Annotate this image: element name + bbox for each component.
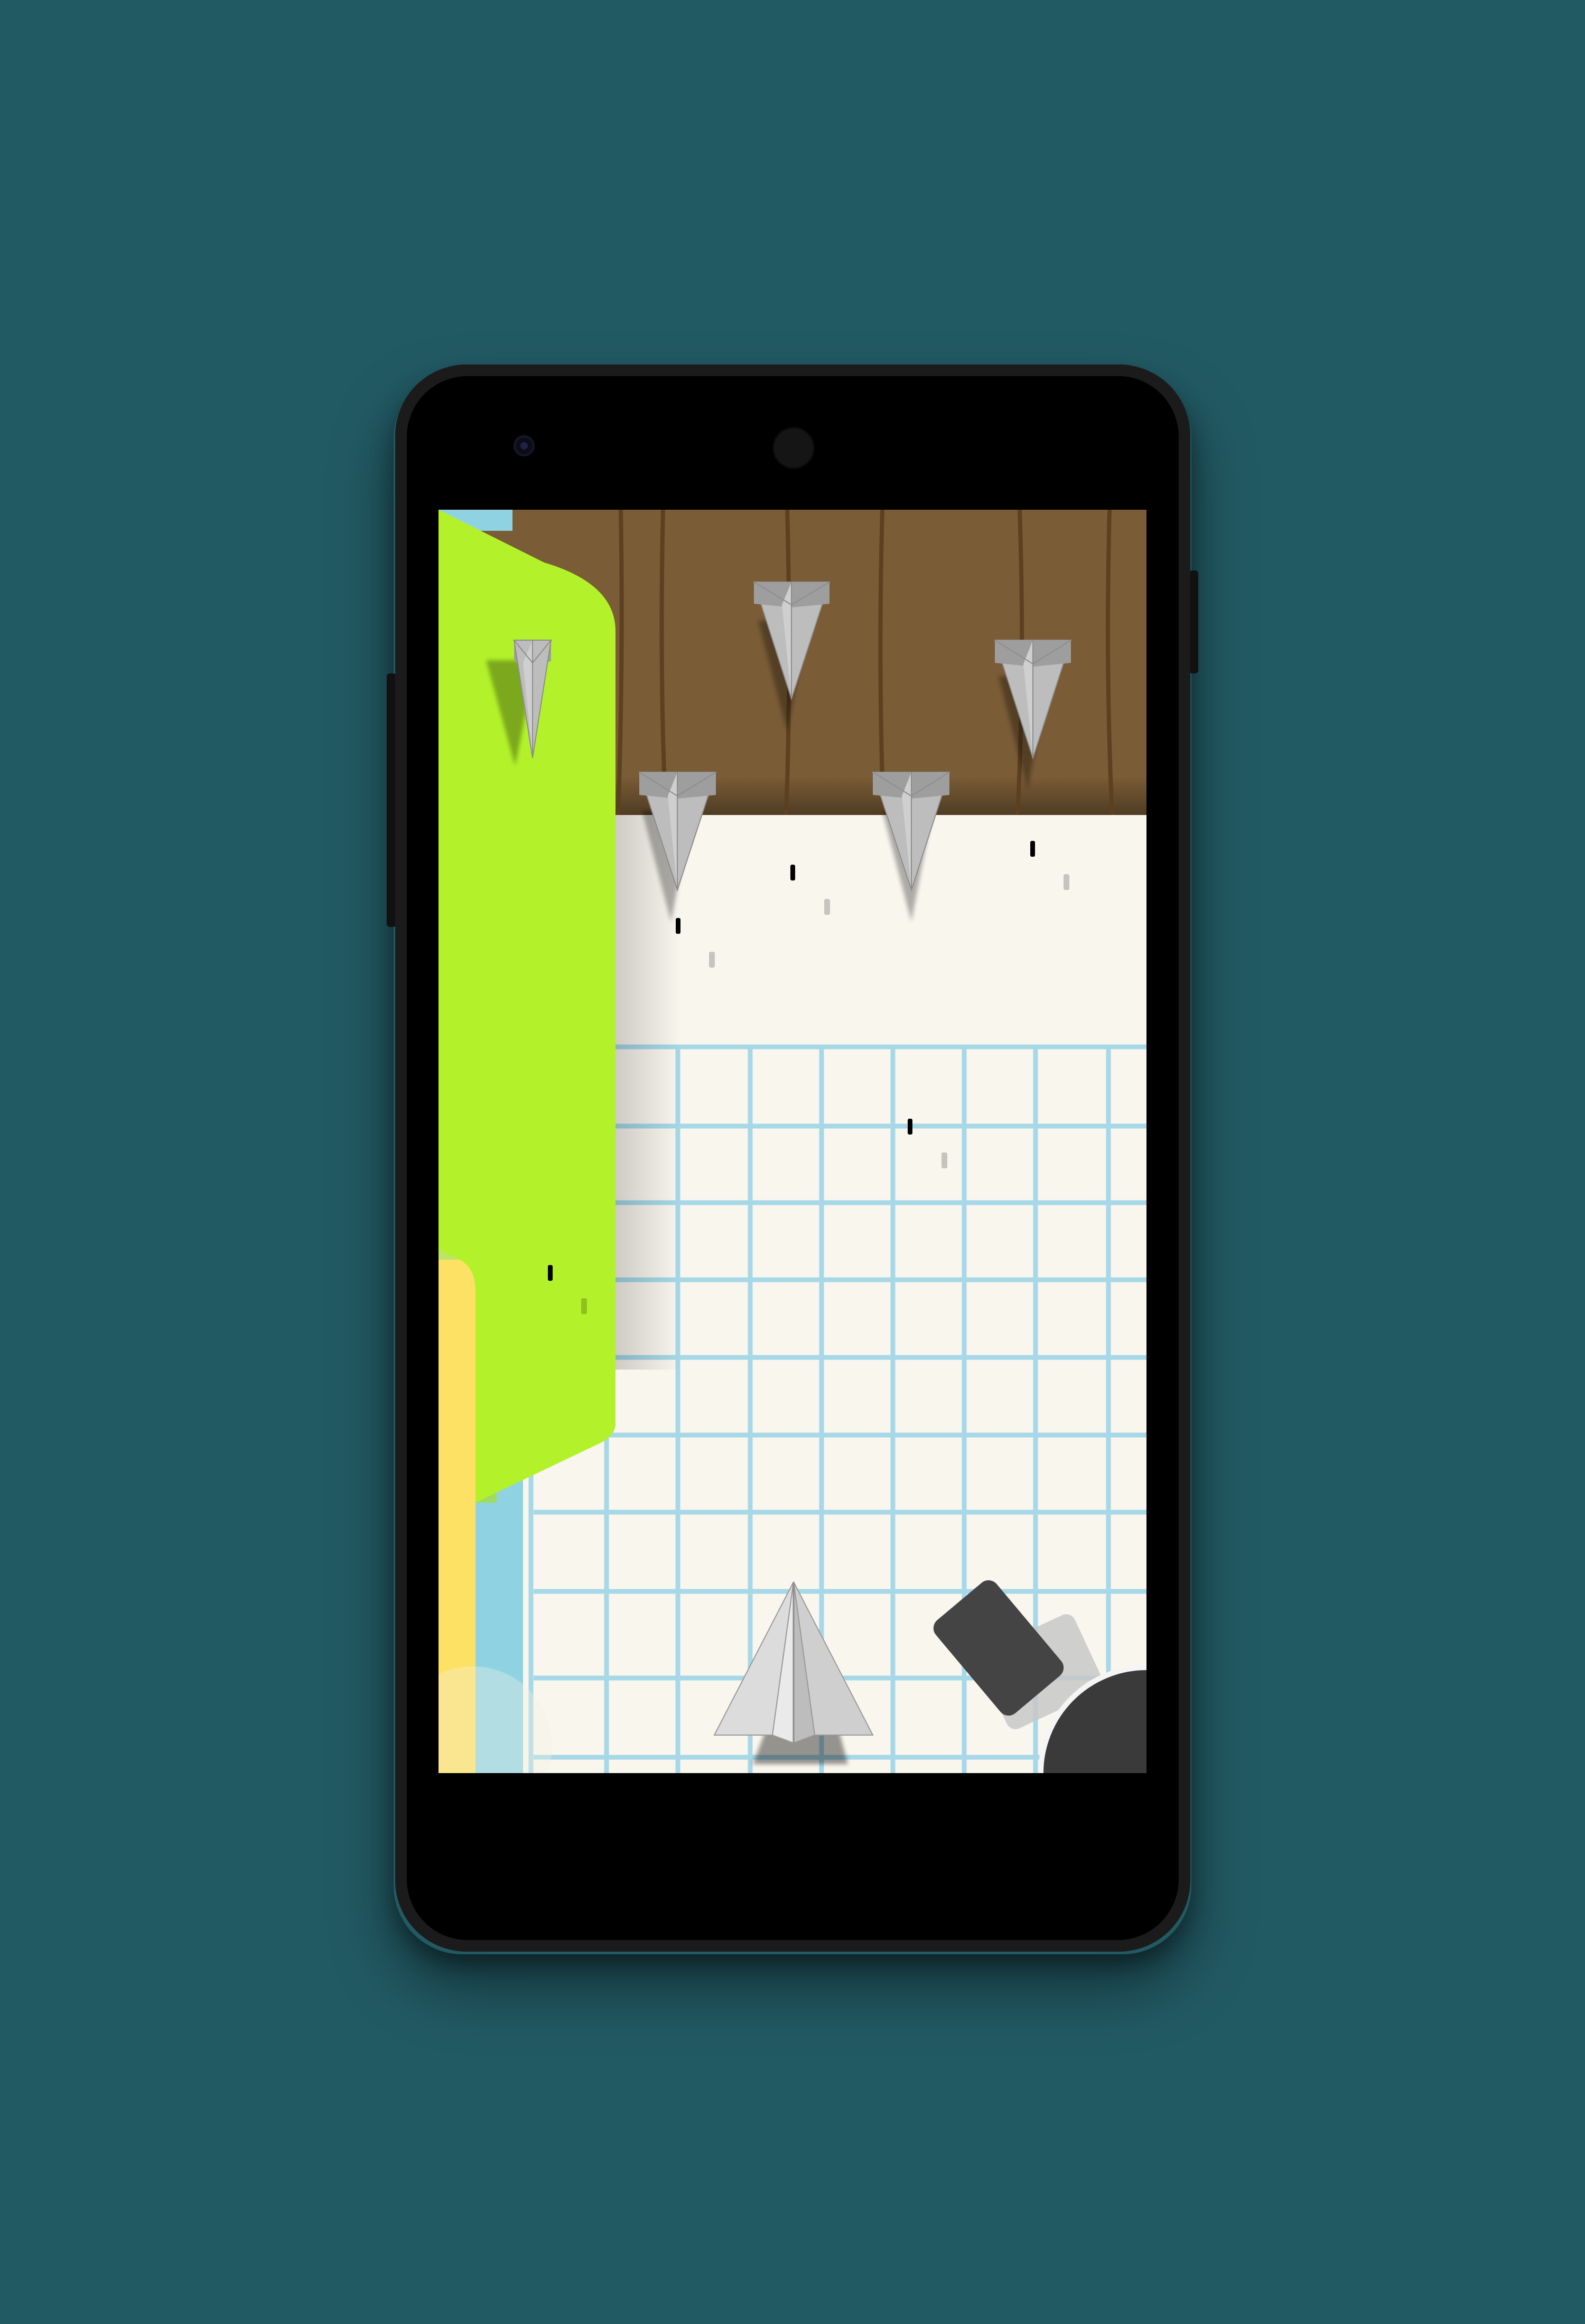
game-screen[interactable] [439,510,1146,1773]
front-camera-icon [772,427,815,469]
game-canvas[interactable] [439,510,1146,1773]
proximity-sensor-icon [514,435,535,456]
game-scene [0,0,1585,2324]
